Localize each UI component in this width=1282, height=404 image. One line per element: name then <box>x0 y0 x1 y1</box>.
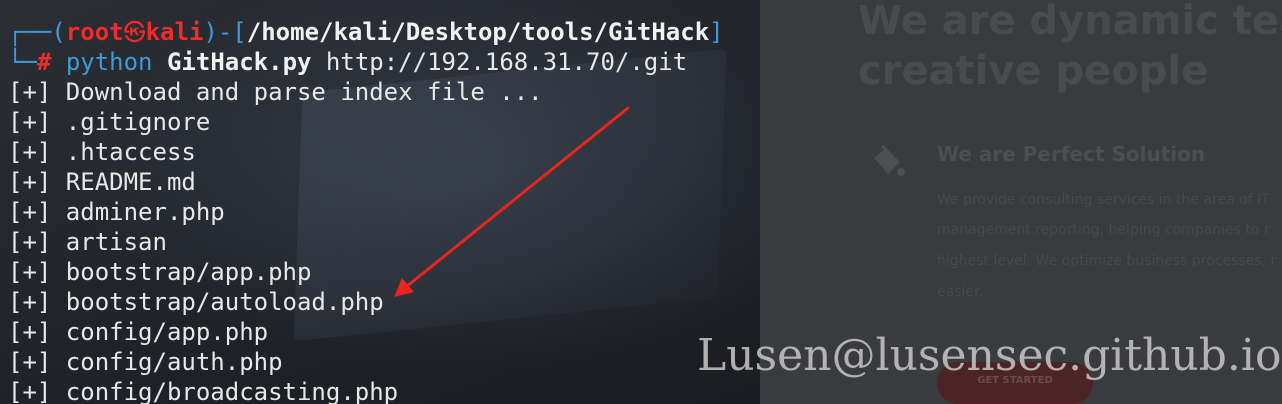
command-argument: http://192.168.31.70/.git <box>325 48 688 76</box>
command-program: python <box>65 48 153 76</box>
output-line: [+] Download and parse index file ... <box>8 78 543 106</box>
prompt-at-glyph: ㉿ <box>123 21 146 46</box>
site-paragraph-line: easier. <box>937 284 983 300</box>
prompt-path-close: ] <box>709 18 724 46</box>
prompt-user: root <box>65 18 124 46</box>
watermark-text: Lusen@lusensec.github.io <box>697 330 1282 381</box>
output-line: [+] adminer.php <box>8 198 225 226</box>
command-script: GitHack.py <box>166 48 312 76</box>
prompt-header-line: ┌──(root㉿kali)-[/home/kali/Desktop/tools… <box>8 17 724 47</box>
output-line: [+] config/auth.php <box>8 348 283 376</box>
site-paragraph-line: highest level. We optimize business proc… <box>937 253 1277 269</box>
site-heading-line-2: creative people <box>858 48 1209 94</box>
prompt-path: /home/kali/Desktop/tools/GitHack <box>246 18 710 46</box>
prompt-frame-top: ┌──( <box>8 18 66 46</box>
site-feature-title: We are Perfect Solution <box>937 142 1206 166</box>
output-line: [+] config/broadcasting.php <box>8 378 399 404</box>
screenshot-stage: We are dynamic tean creative people We a… <box>0 0 1282 404</box>
prompt-path-open: )-[ <box>203 18 247 46</box>
site-paragraph-line: We provide consulting services in the ar… <box>937 192 1270 208</box>
command-line: └─# python GitHack.py http://192.168.31.… <box>8 47 687 77</box>
site-heading-line-1: We are dynamic tean <box>858 0 1282 44</box>
prompt-host: kali <box>145 18 204 46</box>
prompt-frame-bottom: └─ <box>8 48 37 76</box>
site-paragraph-line: management reporting, helping companies … <box>937 222 1270 238</box>
output-line: [+] artisan <box>8 228 167 256</box>
output-line: [+] bootstrap/autoload.php <box>8 288 384 316</box>
prompt-root-symbol: # <box>36 48 52 76</box>
output-line: [+] bootstrap/app.php <box>8 258 312 286</box>
terminal-output[interactable]: ┌──(root㉿kali)-[/home/kali/Desktop/tools… <box>0 0 760 404</box>
output-line: [+] config/app.php <box>8 318 269 346</box>
output-line: [+] .gitignore <box>8 108 211 136</box>
paint-bucket-icon <box>874 144 905 176</box>
output-line: [+] README.md <box>8 168 196 196</box>
output-line: [+] .htaccess <box>8 138 196 166</box>
